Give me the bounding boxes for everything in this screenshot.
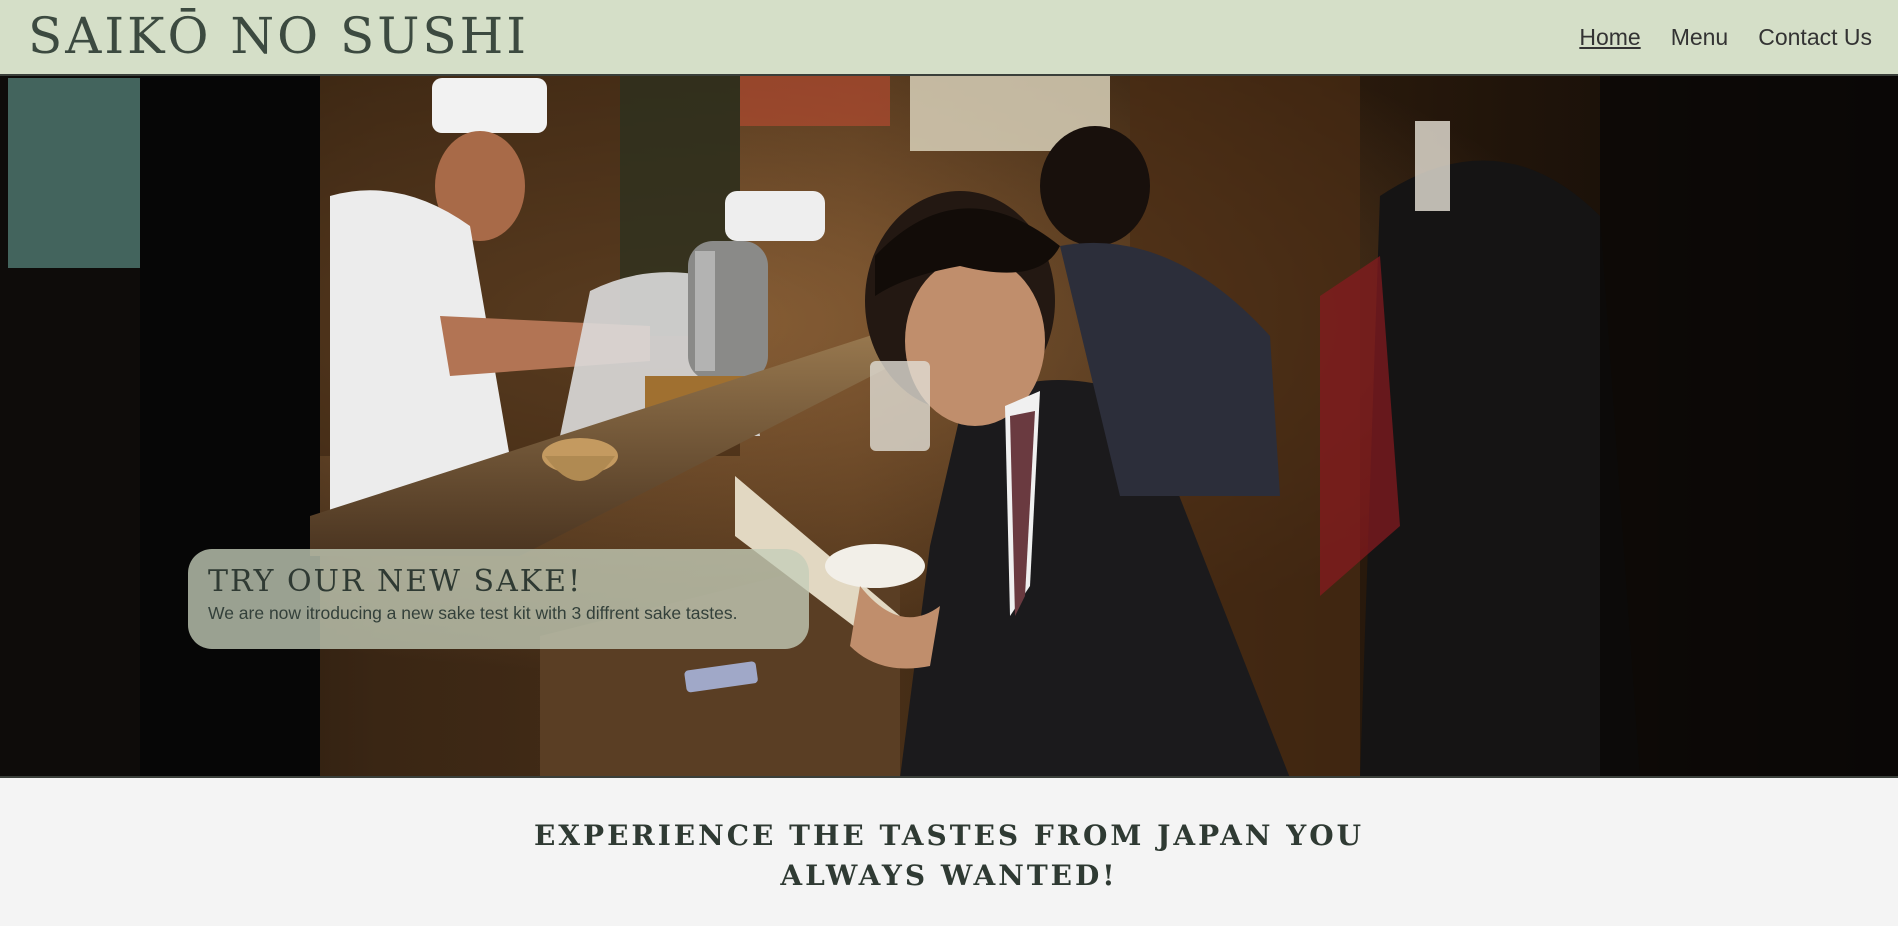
promo-text: We are now itroducing a new sake test ki… (208, 603, 738, 623)
main-nav: Home Menu Contact Us (1579, 22, 1872, 52)
site-logo[interactable]: SAIKŌ NO SUSHI (28, 8, 529, 64)
hero-banner: TRY OUR NEW SAKE! We are now itroducing … (0, 76, 1898, 778)
hero-image (0, 76, 1898, 776)
promo-card: TRY OUR NEW SAKE! We are now itroducing … (188, 549, 809, 649)
tagline-heading: EXPERIENCE THE TASTES FROM JAPAN YOU ALW… (533, 819, 1365, 892)
promo-title: TRY OUR NEW SAKE! (208, 564, 583, 599)
nav-link-contact-us[interactable]: Contact Us (1758, 22, 1872, 52)
site-header: SAIKŌ NO SUSHI Home Menu Contact Us (0, 0, 1898, 76)
nav-link-menu[interactable]: Menu (1671, 22, 1729, 52)
nav-link-home[interactable]: Home (1579, 22, 1640, 52)
